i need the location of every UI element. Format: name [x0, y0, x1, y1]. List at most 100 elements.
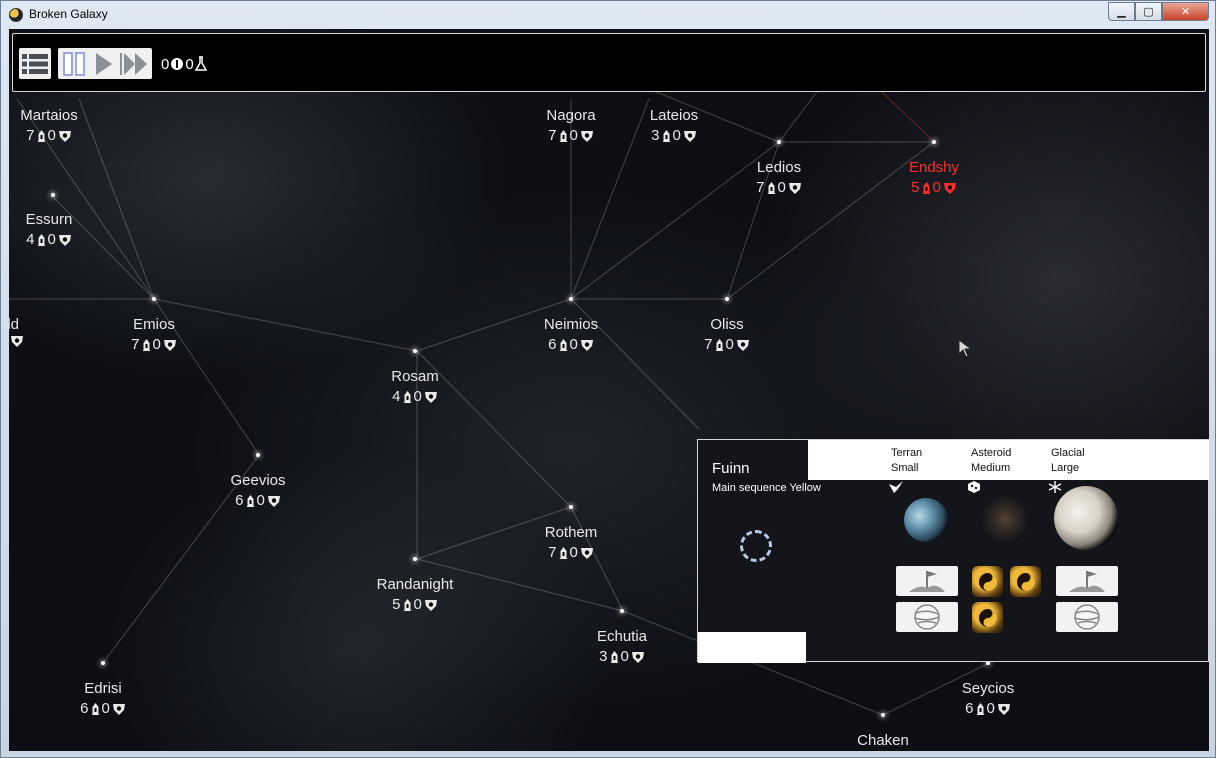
star-marker-icon[interactable] [413, 349, 417, 353]
star-system-seycios[interactable]: Seycios 6 0 [918, 661, 1058, 720]
star-system-emios[interactable]: Emios 7 0 [84, 297, 224, 356]
planet-count: 0 [47, 127, 56, 144]
star-system-randanight[interactable]: Randanight 5 0 [345, 557, 485, 616]
ship-icon [559, 547, 567, 559]
star-marker-icon[interactable] [569, 297, 573, 301]
star-name: Rothem [544, 524, 598, 541]
star-marker-icon[interactable] [932, 140, 936, 144]
planet-shield-icon [884, 750, 898, 751]
pause-button[interactable] [61, 51, 87, 76]
gas-giant-slot-1[interactable] [896, 602, 958, 632]
loading-spinner-icon [740, 530, 772, 562]
menu-button[interactable] [19, 48, 51, 79]
star-marker-icon[interactable] [777, 140, 781, 144]
colonize-flag-slot-1[interactable] [896, 566, 958, 596]
star-system-rosam[interactable]: Rosam 4 0 [345, 349, 485, 408]
star-system-neimios[interactable]: Neimios 6 0 [501, 297, 641, 356]
star-marker-icon[interactable] [569, 505, 573, 509]
ship-count: 7 [26, 127, 35, 144]
empire-ai-token-icon[interactable] [972, 566, 1003, 597]
play-button[interactable] [91, 51, 115, 76]
gas-giant-slot-2[interactable] [1056, 602, 1118, 632]
planet-shield-icon [736, 340, 749, 351]
star-name: old [9, 316, 20, 333]
star-system-chaken[interactable]: Chaken [813, 713, 953, 751]
flag-outpost-icon [909, 571, 945, 592]
star-system-geevios[interactable]: Geevios 6 0 [188, 453, 328, 512]
planet-count: 0 [413, 388, 422, 405]
star-stats: 70 [9, 125, 119, 147]
star-stats [813, 750, 953, 751]
ship-count: 3 [651, 127, 660, 144]
star-name: Oliss [710, 316, 744, 333]
minimize-button[interactable]: ▁ [1108, 2, 1135, 21]
star-system-ledios[interactable]: Ledios 7 0 [709, 140, 849, 199]
planet-count: 0 [672, 127, 681, 144]
glacial-planet[interactable] [1054, 486, 1118, 550]
fast-forward-icon [120, 52, 147, 75]
star-stats: 50 [345, 594, 485, 616]
ship-icon [871, 750, 880, 751]
title-bar[interactable]: Broken Galaxy ▁ ▢ ✕ [1, 1, 1216, 29]
planet-1-type: Terran Small [891, 446, 922, 476]
planet-count: 0 [569, 336, 578, 353]
star-marker-icon[interactable] [413, 557, 417, 561]
star-system-rothem[interactable]: Rothem 7 0 [501, 505, 641, 564]
ship-icon [559, 130, 567, 142]
star-system-echutia[interactable]: Echutia 3 0 [552, 609, 692, 668]
planet-count: 0 [569, 544, 578, 561]
star-system-endshy[interactable]: Endshy 5 0 [864, 140, 1004, 199]
flag-outpost-icon [1069, 571, 1105, 592]
ship-count: 5 [911, 179, 920, 196]
close-button[interactable]: ✕ [1162, 2, 1209, 21]
planet-shield-icon [683, 131, 696, 142]
star-marker-icon[interactable] [101, 661, 105, 665]
star-name: Endshy [908, 159, 960, 176]
star-marker-icon[interactable] [881, 713, 885, 717]
star-system-old[interactable]: old [9, 316, 79, 348]
planet-count: 0 [986, 700, 995, 717]
planet-shield-icon [997, 704, 1010, 715]
star-marker-icon[interactable] [620, 609, 624, 613]
ship-icon [403, 599, 411, 611]
research-flask-icon [194, 56, 207, 71]
star-system-lateios[interactable]: Lateios 3 0 [604, 107, 744, 147]
star-stats: 70 [709, 177, 849, 199]
dice-icon [968, 481, 980, 493]
star-marker-icon[interactable] [725, 297, 729, 301]
planet-count: 0 [932, 179, 941, 196]
planet-size-label: Small [891, 462, 919, 474]
star-marker-icon[interactable] [51, 193, 55, 197]
ship-icon [91, 703, 99, 715]
gas-giant-icon [914, 604, 940, 630]
star-system-martaios[interactable]: Martaios 7 0 [9, 107, 119, 147]
app-window: Broken Galaxy ▁ ▢ ✕ 0 0 Martaios 7 0 Ess… [0, 0, 1216, 758]
star-system-oliss[interactable]: Oliss 7 0 [657, 297, 797, 356]
ship-icon [142, 339, 150, 351]
maximize-button[interactable]: ▢ [1135, 2, 1162, 21]
star-system-edrisi[interactable]: Edrisi 6 0 [33, 661, 173, 720]
research-value: 0 [185, 55, 194, 73]
star-system-essurn[interactable]: Essurn 4 0 [9, 193, 119, 251]
planet-count: 0 [777, 179, 786, 196]
asteroid-field[interactable] [980, 496, 1030, 542]
empire-ai-token-icon[interactable] [972, 602, 1003, 633]
empire-ai-token-icon[interactable] [1010, 566, 1041, 597]
star-name: Chaken [857, 732, 909, 749]
star-stats: 30 [552, 646, 692, 668]
colonize-flag-slot-2[interactable] [1056, 566, 1118, 596]
terran-planet[interactable] [904, 498, 948, 542]
bird-icon [889, 481, 903, 493]
planet-count: 0 [256, 492, 265, 509]
star-marker-icon[interactable] [152, 297, 156, 301]
ship-icon [976, 703, 984, 715]
panel-action-area[interactable] [698, 632, 806, 663]
credits-icon [171, 58, 184, 70]
star-marker-icon[interactable] [256, 453, 260, 457]
star-stats: 50 [864, 177, 1004, 199]
game-speed-controls [58, 48, 152, 79]
fast-forward-button[interactable] [118, 51, 150, 76]
system-name: Fuinn [712, 460, 750, 477]
mouse-cursor-icon [958, 339, 973, 358]
galaxy-map[interactable]: 0 0 Martaios70Essurn40oldEmios70Nagora70… [9, 29, 1209, 751]
